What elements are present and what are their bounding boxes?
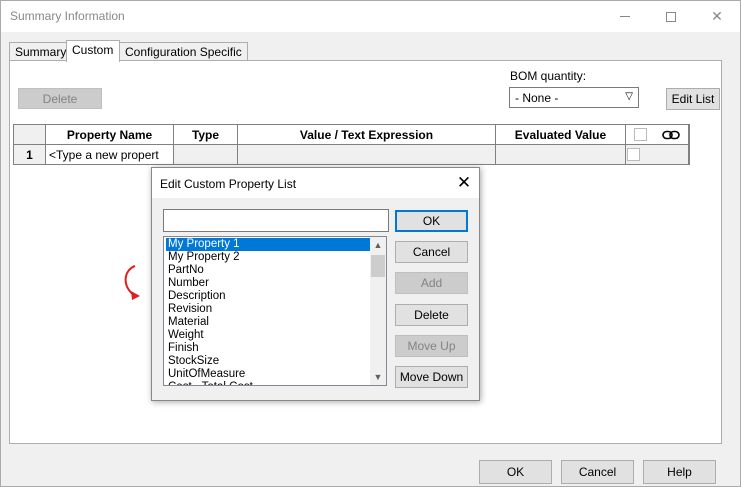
minimize-icon[interactable] (602, 1, 648, 32)
property-list-item[interactable]: Finish (166, 342, 370, 355)
maximize-icon[interactable] (648, 1, 694, 32)
property-name-cell[interactable]: <Type a new propert (46, 145, 174, 165)
column-header-property-name[interactable]: Property Name (46, 125, 174, 145)
property-list-item[interactable]: My Property 1 (166, 238, 370, 251)
title-bar: Summary Information ✕ (1, 1, 740, 32)
tab-summary[interactable]: Summary (9, 42, 67, 61)
bom-quantity-value: - None - (515, 91, 559, 105)
chevron-down-icon: ▽ (625, 91, 633, 102)
column-header-link[interactable] (626, 125, 689, 145)
dialog-title-bar: Edit Custom Property List ✕ (152, 168, 479, 198)
annotation-arrow-icon (124, 265, 140, 300)
dialog-close-icon[interactable]: ✕ (452, 172, 476, 194)
link-cell[interactable] (626, 145, 689, 165)
link-checkbox[interactable] (627, 148, 640, 161)
bom-quantity-select[interactable]: - None - ▽ (509, 87, 639, 108)
evaluated-value-cell (496, 145, 626, 165)
select-all-checkbox[interactable] (633, 128, 647, 141)
property-list-item[interactable]: StockSize (166, 355, 370, 368)
tab-configuration-specific[interactable]: Configuration Specific (119, 42, 248, 61)
property-list-item[interactable]: Weight (166, 329, 370, 342)
edit-custom-property-list-dialog: Edit Custom Property List ✕ My Property … (151, 167, 480, 401)
property-list-item[interactable]: My Property 2 (166, 251, 370, 264)
window-title: Summary Information (10, 9, 125, 23)
ok-button[interactable]: OK (479, 460, 552, 484)
delete-button[interactable]: Delete (18, 88, 102, 109)
row-number[interactable]: 1 (14, 145, 46, 165)
scroll-up-icon[interactable]: ▲ (370, 237, 386, 253)
value-cell[interactable] (238, 145, 496, 165)
link-icon (662, 130, 681, 139)
dialog-move-up-button[interactable]: Move Up (395, 335, 468, 357)
property-list-item[interactable]: PartNo (166, 264, 370, 277)
scroll-thumb[interactable] (371, 255, 385, 277)
tab-custom[interactable]: Custom (66, 40, 120, 62)
property-list-item[interactable]: Description (166, 290, 370, 303)
cancel-button[interactable]: Cancel (561, 460, 634, 484)
help-button[interactable]: Help (643, 460, 716, 484)
edit-list-button[interactable]: Edit List (666, 88, 720, 110)
dialog-cancel-button[interactable]: Cancel (395, 241, 468, 263)
dialog-delete-button[interactable]: Delete (395, 304, 468, 326)
column-header-evaluated-value[interactable]: Evaluated Value (496, 125, 626, 145)
property-name-input[interactable] (163, 209, 389, 232)
dialog-title: Edit Custom Property List (160, 177, 297, 191)
column-header-value[interactable]: Value / Text Expression (238, 125, 496, 145)
property-list[interactable]: My Property 1 My Property 2 PartNo Number De… (163, 236, 387, 386)
property-list-item[interactable]: Revision (166, 303, 370, 316)
property-list-item[interactable]: Number (166, 277, 370, 290)
list-scrollbar[interactable]: ▲ ▼ (370, 237, 386, 385)
property-list-item[interactable]: Material (166, 316, 370, 329)
column-header-type[interactable]: Type (174, 125, 238, 145)
bom-quantity-label: BOM quantity: (510, 69, 587, 83)
property-list-item[interactable]: UnitOfMeasure (166, 368, 370, 381)
close-icon[interactable]: ✕ (694, 1, 740, 32)
dialog-move-down-button[interactable]: Move Down (395, 366, 468, 388)
dialog-ok-button[interactable]: OK (395, 210, 468, 232)
grid-corner-cell[interactable] (14, 125, 46, 145)
type-cell[interactable] (174, 145, 238, 165)
scroll-down-icon[interactable]: ▼ (370, 369, 386, 385)
dialog-add-button[interactable]: Add (395, 272, 468, 294)
property-list-item[interactable]: Cost - Total Cost (166, 381, 370, 385)
